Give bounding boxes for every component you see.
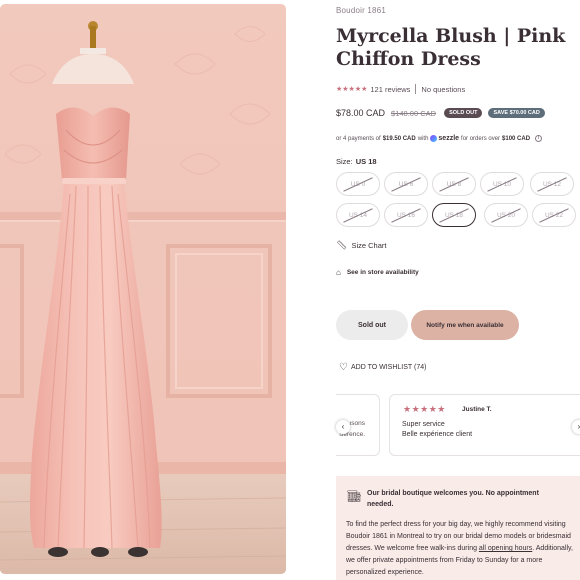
sold-out-badge: SOLD OUT bbox=[444, 108, 483, 118]
reviews-summary[interactable]: ★★★★★ 121 reviews No questions bbox=[336, 84, 465, 94]
opening-hours-link[interactable]: all opening hours bbox=[479, 545, 532, 552]
sezzle-suffix: for orders over bbox=[461, 135, 501, 142]
current-price: $78.00 CAD bbox=[336, 108, 386, 118]
sezzle-logo-text: sezzle bbox=[438, 135, 460, 142]
heart-icon: ♡ bbox=[339, 362, 348, 373]
save-badge: SAVE $70.00 CAD bbox=[488, 108, 545, 118]
size-option-us-16[interactable]: US 16 bbox=[384, 203, 428, 227]
info-icon[interactable]: i bbox=[535, 135, 543, 142]
size-option-us-18[interactable]: US 18 bbox=[432, 203, 476, 227]
size-chart-label: Size Chart bbox=[351, 241, 387, 250]
dress-photo-illustration bbox=[0, 4, 286, 574]
size-option-us-20[interactable]: US 20 bbox=[484, 203, 528, 227]
ruler-icon: 📏︎ bbox=[336, 240, 348, 250]
size-option-us-6[interactable]: US 6 bbox=[384, 172, 428, 196]
product-image[interactable] bbox=[0, 4, 286, 574]
sezzle-logo[interactable]: sezzle bbox=[430, 135, 459, 142]
store-icon: ⌂ bbox=[336, 268, 341, 277]
sezzle-amount: $19.50 CAD bbox=[382, 135, 416, 142]
size-option-us-14[interactable]: US 14 bbox=[336, 203, 380, 227]
price-row: $78.00 CAD $148.00 CAD SOLD OUT SAVE $70… bbox=[336, 108, 551, 118]
sezzle-prefix: or 4 payments of bbox=[336, 135, 381, 142]
add-to-wishlist-button[interactable]: ♡ ADD TO WISHLIST (74) bbox=[339, 362, 426, 373]
product-title: Myrcella Blush | Pink Chiffon Dress bbox=[336, 25, 566, 70]
size-option-us-0[interactable]: US 0 bbox=[336, 172, 380, 196]
boutique-title: Our bridal boutique welcomes you. No app… bbox=[367, 490, 539, 508]
review-card: ★★★★★ Justine T. Super service Belle exp… bbox=[389, 394, 580, 456]
product-info-panel: Boudoir 1861 Myrcella Blush | Pink Chiff… bbox=[336, 0, 580, 580]
review-stars: ★★★★★ bbox=[403, 404, 446, 414]
sezzle-with: with bbox=[417, 135, 429, 142]
size-option-us-8[interactable]: US 8 bbox=[432, 172, 476, 196]
sezzle-threshold: $100 CAD bbox=[502, 135, 531, 142]
size-option-us-12[interactable]: US 12 bbox=[530, 172, 574, 196]
sezzle-installments[interactable]: or 4 payments of $19.50 CAD with sezzle … bbox=[336, 135, 543, 142]
rating-stars: ★★★★★ bbox=[336, 86, 368, 93]
reviewer-name: Justine T. bbox=[462, 406, 492, 413]
review-count[interactable]: 121 reviews bbox=[370, 85, 410, 94]
review-body: Belle expérience client bbox=[402, 431, 473, 438]
compare-at-price: $148.00 CAD bbox=[391, 108, 437, 118]
boutique-description: To find the perfect dress for your big d… bbox=[346, 519, 580, 579]
size-label: Size: US 18 bbox=[336, 157, 377, 166]
selected-size: US 18 bbox=[355, 157, 377, 166]
size-option-us-10[interactable]: US 10 bbox=[480, 172, 524, 196]
brand-name[interactable]: Boudoir 1861 bbox=[336, 6, 386, 15]
questions-link[interactable]: No questions bbox=[421, 85, 465, 94]
notify-me-button[interactable]: Notify me when available bbox=[411, 310, 519, 340]
carousel-prev-arrow[interactable]: ‹ bbox=[336, 420, 350, 434]
store-availability-label: See in store availability bbox=[346, 269, 419, 276]
wishlist-label: ADD TO WISHLIST (74) bbox=[350, 364, 427, 371]
review-title: Super service bbox=[402, 421, 445, 428]
sold-out-button[interactable]: Sold out bbox=[336, 310, 408, 340]
carousel-next-arrow[interactable]: › bbox=[572, 420, 580, 434]
size-label-text: Size: bbox=[336, 157, 353, 166]
boutique-info-panel: 🏬︎ Our bridal boutique welcomes you. No … bbox=[336, 476, 580, 580]
size-chart-link[interactable]: 📏︎ Size Chart bbox=[336, 240, 386, 251]
sezzle-logo-icon bbox=[430, 135, 438, 142]
review-partial-text: ısons bbox=[349, 420, 365, 427]
size-option-us-22[interactable]: US 22 bbox=[532, 203, 576, 227]
store-availability-link[interactable]: ⌂ See in store availability bbox=[336, 268, 419, 277]
divider bbox=[415, 84, 417, 94]
storefront-icon: 🏬︎ bbox=[347, 491, 361, 503]
